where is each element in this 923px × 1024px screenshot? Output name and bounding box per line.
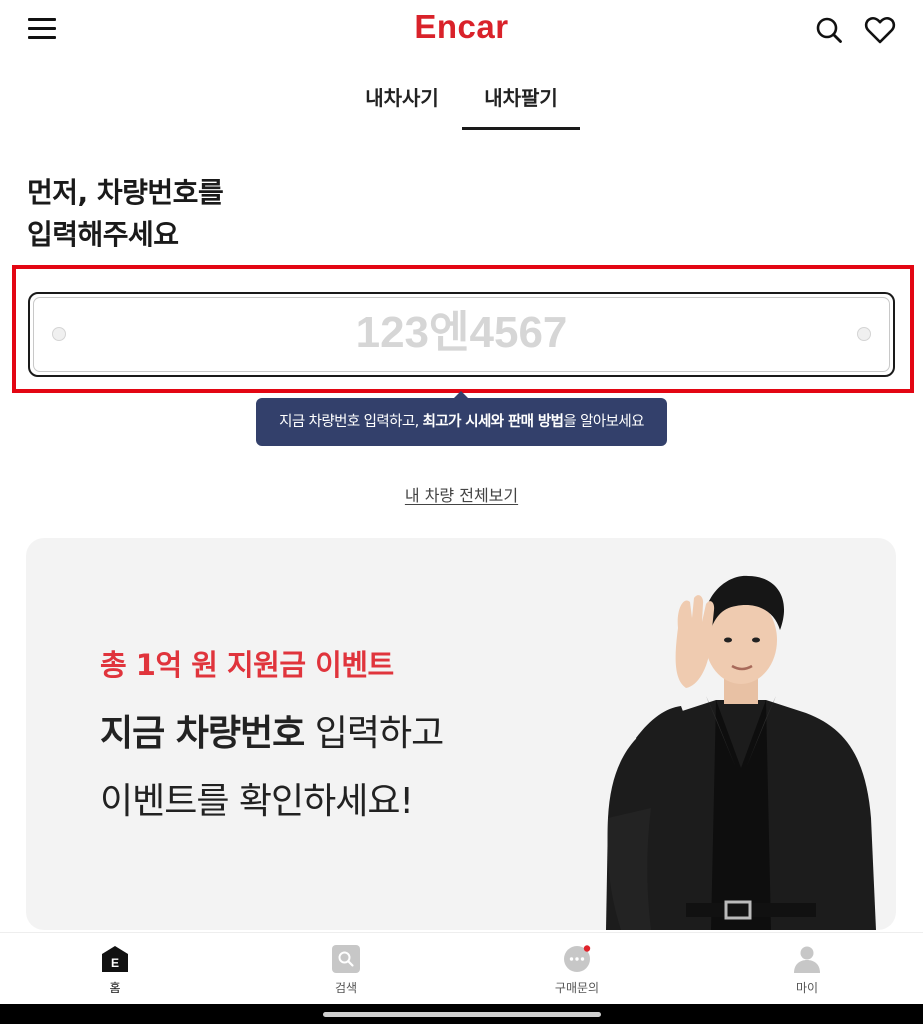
notification-badge — [583, 945, 591, 952]
svg-text:E: E — [111, 956, 119, 970]
menu-icon[interactable] — [28, 18, 56, 40]
banner-line-1: 지금 차량번호 입력하고 — [100, 704, 444, 756]
chat-icon — [564, 945, 591, 972]
banner-line1-rest: 입력하고 — [304, 713, 444, 754]
search-icon[interactable] — [814, 15, 844, 45]
tooltip-suffix: 을 알아보세요 — [563, 414, 644, 430]
nav-home[interactable]: E 홈 — [0, 933, 230, 1005]
system-navigation-bar — [0, 1004, 923, 1024]
nav-purchase-inquiry[interactable]: 구매문의 — [462, 933, 692, 1005]
person-icon — [794, 946, 820, 973]
app-logo: Encar — [0, 8, 923, 46]
all-cars-row: 내 차량 전체보기 — [0, 482, 923, 506]
banner-event-title: 총 1억 원 지원금 이벤트 — [100, 648, 394, 682]
tab-buy-car[interactable]: 내차사기 — [350, 82, 454, 130]
nav-search[interactable]: 검색 — [231, 933, 461, 1005]
tooltip-bold: 최고가 시세와 판매 방법 — [422, 414, 564, 430]
plate-number-input[interactable] — [90, 308, 833, 358]
event-banner[interactable]: 총 1억 원 지원금 이벤트 지금 차량번호 입력하고 이벤트를 확인하세요! — [26, 538, 896, 930]
nav-inquiry-label: 구매문의 — [554, 981, 600, 995]
home-indicator[interactable] — [323, 1012, 601, 1017]
plate-tooltip: 지금 차량번호 입력하고, 최고가 시세와 판매 방법을 알아보세요 — [256, 391, 667, 446]
bottom-navigation: E 홈 검색 구매문의 마이 — [0, 932, 923, 1004]
app-header: Encar — [0, 0, 923, 60]
nav-home-label: 홈 — [109, 981, 121, 995]
page-heading: 먼저, 차량번호를 입력해주세요 — [27, 172, 224, 256]
banner-line1-bold: 지금 차량번호 — [100, 713, 305, 754]
active-tab-indicator — [462, 127, 580, 130]
banner-model-illustration — [606, 575, 876, 930]
nav-my[interactable]: 마이 — [692, 933, 922, 1005]
plate-bolt-left — [52, 327, 66, 341]
tab-sell-car[interactable]: 내차팔기 — [462, 82, 580, 130]
banner-line-2: 이벤트를 확인하세요! — [100, 781, 414, 822]
buy-sell-tabs: 내차사기 내차팔기 — [0, 72, 923, 132]
nav-my-label: 마이 — [795, 981, 819, 995]
all-cars-link[interactable]: 내 차량 전체보기 — [405, 486, 518, 505]
search-icon — [332, 945, 360, 973]
heading-line-1: 먼저, 차량번호를 — [27, 176, 224, 209]
plate-bolt-right — [857, 327, 871, 341]
home-e-icon: E — [102, 946, 128, 972]
logo-text[interactable]: Encar — [414, 8, 508, 45]
heart-icon[interactable] — [864, 15, 896, 45]
nav-search-label: 검색 — [334, 981, 358, 995]
heading-line-2: 입력해주세요 — [27, 218, 179, 251]
license-plate-field[interactable] — [28, 292, 895, 377]
tooltip-prefix: 지금 차량번호 입력하고, — [279, 414, 423, 430]
